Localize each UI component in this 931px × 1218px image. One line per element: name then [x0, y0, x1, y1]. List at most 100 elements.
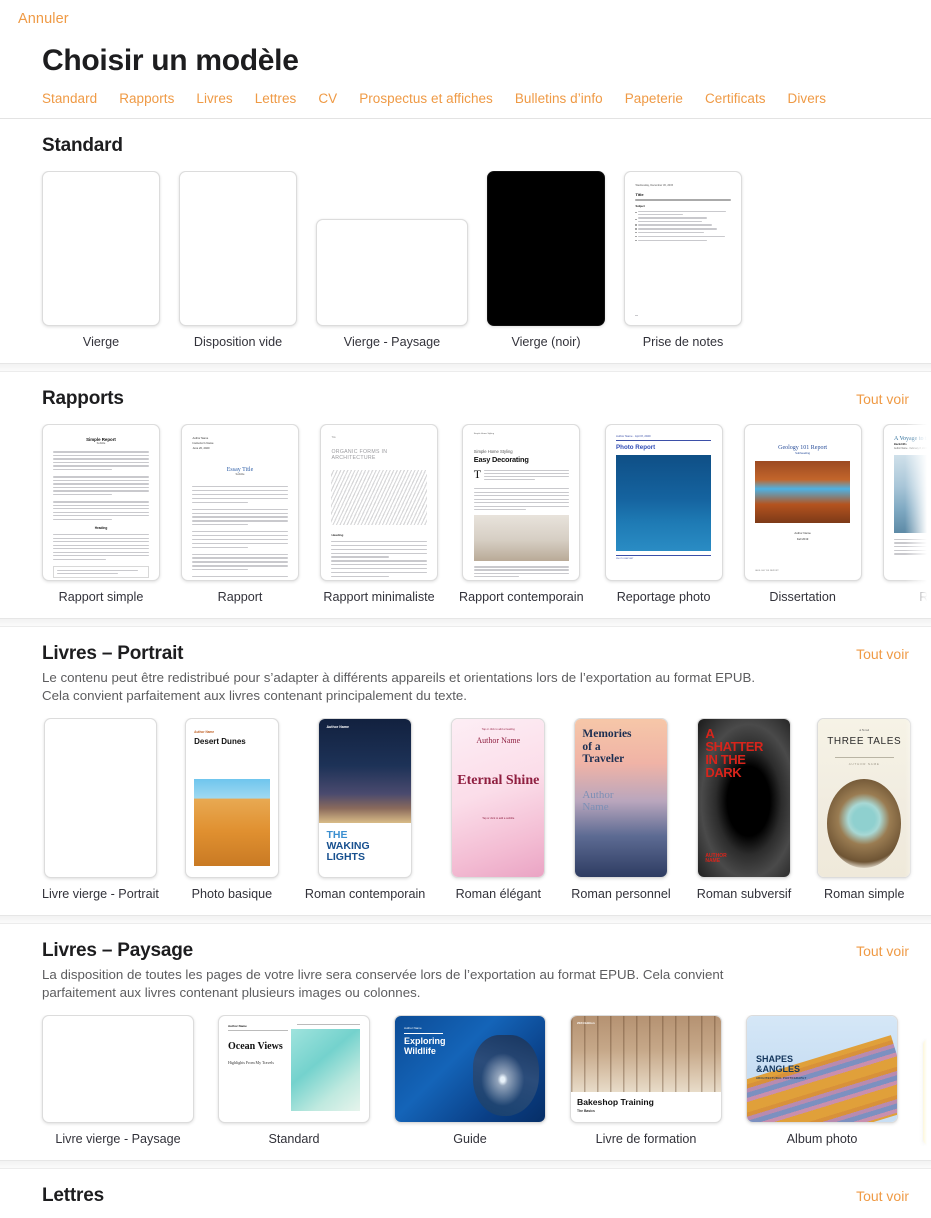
template-caption: Roman personnel	[571, 887, 670, 901]
template-card[interactable]: Memories of a Traveler Author Name Roman pers…	[571, 718, 670, 901]
template-card[interactable]: Vierge - Paysage	[316, 219, 468, 349]
photo-basic-book-thumbnail[interactable]: Author Name Desert Dunes	[185, 718, 279, 878]
template-card[interactable]: Tap or click to add a heading Author Name…	[451, 718, 545, 901]
template-caption: Reportage photo	[617, 590, 711, 604]
photo-album-thumbnail[interactable]: SHAPES &ANGLES ARCHITECTURAL PHOTOGRAPHY	[746, 1015, 898, 1123]
see-all-link[interactable]: Tout voir	[856, 391, 909, 407]
template-card[interactable]: Author Name Instructor’s Name June 20, 202…	[181, 424, 299, 604]
tab-bulletins-d-info[interactable]: Bulletins d’info	[515, 91, 603, 106]
blank-landscape-thumbnail[interactable]	[316, 219, 468, 326]
tab-cv[interactable]: CV	[318, 91, 337, 106]
template-caption: Vierge	[83, 335, 119, 349]
simple-report-thumbnail[interactable]: Simple Report Subtitle Heading	[42, 424, 160, 581]
template-caption: Vierge - Paysage	[344, 335, 440, 349]
template-sections: Standard Vierge Disposition vide Vierge - P…	[0, 119, 931, 1218]
tab-standard[interactable]: Standard	[42, 91, 97, 106]
template-caption: Photo basique	[192, 887, 273, 901]
section-separator	[0, 363, 931, 372]
section-header: Livres – Paysage Tout voir	[0, 940, 931, 962]
see-all-link[interactable]: Tout voir	[856, 1188, 909, 1204]
tab-lettres[interactable]: Lettres	[255, 91, 297, 106]
template-card[interactable]: 2024 Edition Bakeshop Training The Basics L…	[570, 1015, 722, 1146]
template-row-livres-paysage[interactable]: Livre vierge - Paysage Author Name Ocean V…	[0, 1015, 931, 1146]
section-rapports: Rapports Tout voir Simple Report Subtitle He…	[0, 372, 931, 618]
report-thumbnail[interactable]: Author Name Instructor’s Name June 20, 202…	[181, 424, 299, 581]
section-separator	[0, 618, 931, 627]
subversive-novel-thumbnail[interactable]: A SHATTER IN THE DARK AUTHOR NAME	[697, 718, 791, 878]
dissertation-thumbnail[interactable]: GEOLOGY 101 REPORT Geology 101 Report Subh…	[744, 424, 862, 581]
template-card[interactable]: A Voyage to the ArcticBackdriftsAuthor N…	[883, 424, 931, 604]
section-header: Standard	[0, 135, 931, 157]
blank-portrait-thumbnail[interactable]	[42, 171, 160, 326]
template-card[interactable]: Simple Home Styling Simple Home Styling Ea…	[459, 424, 584, 604]
section-livres-portrait: Livres – Portrait Tout voir Le contenu peu…	[0, 627, 931, 915]
template-card[interactable]: GEOLOGY 101 REPORT Geology 101 Report Subh…	[744, 424, 862, 604]
elegant-novel-thumbnail[interactable]: Tap or click to add a heading Author Name…	[451, 718, 545, 878]
section-description: La disposition de toutes les pages de vo…	[0, 962, 820, 1001]
template-card[interactable]: SHAPES &ANGLES ARCHITECTURAL PHOTOGRAPHY Al…	[746, 1015, 898, 1146]
minimal-report-thumbnail[interactable]: Title ORGANIC FORMS IN ARCHITECTURE Headin…	[320, 424, 438, 581]
template-caption: Album photo	[787, 1132, 858, 1146]
training-book-thumbnail[interactable]: 2024 Edition Bakeshop Training The Basics	[570, 1015, 722, 1123]
template-card[interactable]: Author Name Ocean Views Highlights From My…	[218, 1015, 370, 1146]
template-caption: Roman élégant	[456, 887, 541, 901]
simple-novel-thumbnail[interactable]: A Novel THREE TALES AUTHOR NAME	[817, 718, 911, 878]
see-all-link[interactable]: Tout voir	[856, 943, 909, 959]
template-caption: Disposition vide	[194, 335, 282, 349]
section-body: Livres – Paysage Tout voir La disposition …	[0, 924, 931, 1160]
blank-book-landscape-thumbnail[interactable]	[42, 1015, 194, 1123]
section-body: LettresTout voirSender NameTap to add te…	[0, 1169, 931, 1218]
template-card[interactable]: A Novel THREE TALES AUTHOR NAME Roman simpl…	[817, 718, 911, 901]
photo-report-thumbnail[interactable]: Author Name · April 8, 2020 Photo Report P…	[605, 424, 723, 581]
section-body: Standard Vierge Disposition vide Vierge - P…	[0, 119, 931, 363]
template-row-rapports[interactable]: Simple Report Subtitle Heading Rapport simp…	[0, 424, 931, 604]
template-card[interactable]: Livre vierge - Portrait	[42, 718, 159, 901]
tab-livres[interactable]: Livres	[196, 91, 232, 106]
template-card[interactable]: Vierge (noir)	[487, 171, 605, 349]
report-voyage-thumbnail[interactable]: A Voyage to the ArcticBackdriftsAuthor N…	[883, 424, 931, 581]
template-card[interactable]: Author Name THE WAKING LIGHTS Roman contempo…	[305, 718, 425, 901]
section-livres-paysage: Livres – Paysage Tout voir La disposition …	[0, 924, 931, 1160]
section-header: Rapports Tout voir	[0, 388, 931, 410]
template-card[interactable]: Title ORGANIC FORMS IN ARCHITECTURE Headin…	[320, 424, 438, 604]
template-card[interactable]: Wednesday, December 30, 2015 Title Subject…	[624, 171, 742, 349]
template-caption: Guide	[453, 1132, 487, 1146]
template-card[interactable]: Simple Report Subtitle Heading Rapport simp…	[42, 424, 160, 604]
template-card[interactable]: Vierge	[42, 171, 160, 349]
template-caption: Rapport	[919, 590, 931, 604]
black-page-thumbnail[interactable]	[487, 171, 605, 326]
template-caption: Roman subversif	[697, 887, 792, 901]
section-standard: Standard Vierge Disposition vide Vierge - P…	[0, 119, 931, 363]
template-row-livres-portrait[interactable]: Livre vierge - Portrait Author Name Desert…	[0, 718, 931, 901]
template-card[interactable]: Author Name Desert Dunes Photo basique	[185, 718, 279, 901]
guide-book-thumbnail[interactable]: Author Name Exploring Wildlife	[394, 1015, 546, 1123]
see-all-link[interactable]: Tout voir	[856, 646, 909, 662]
page-title: Choisir un modèle	[0, 38, 931, 78]
template-caption: Rapport minimaliste	[323, 590, 434, 604]
template-card[interactable]: Disposition vide	[179, 171, 297, 349]
contemporary-novel-thumbnail[interactable]: Author Name THE WAKING LIGHTS	[318, 718, 412, 878]
tab-rapports[interactable]: Rapports	[119, 91, 174, 106]
tab-divers[interactable]: Divers	[788, 91, 827, 106]
template-row-standard[interactable]: Vierge Disposition vide Vierge - Paysage Vi…	[0, 171, 931, 349]
blank-portrait-thumbnail[interactable]	[179, 171, 297, 326]
recipe-book-thumbnail[interactable]: RecipesSoupsby AuthorStRa	[922, 1038, 931, 1146]
tab-prospectus-et-affiches[interactable]: Prospectus et affiches	[359, 91, 493, 106]
personal-novel-thumbnail[interactable]: Memories of a Traveler Author Name	[574, 718, 668, 878]
blank-book-portrait-thumbnail[interactable]	[44, 718, 157, 878]
template-card[interactable]: Author Name · April 8, 2020 Photo Report P…	[605, 424, 723, 604]
tab-certificats[interactable]: Certificats	[705, 91, 766, 106]
template-caption: Livre vierge - Portrait	[42, 887, 159, 901]
section-title: Rapports	[42, 388, 124, 410]
template-card[interactable]: Author Name Exploring Wildlife Guide	[394, 1015, 546, 1146]
top-toolbar: Annuler	[0, 0, 931, 38]
cancel-button[interactable]: Annuler	[18, 11, 69, 27]
contemporary-report-thumbnail[interactable]: Simple Home Styling Simple Home Styling Ea…	[462, 424, 580, 581]
template-card[interactable]: Livre vierge - Paysage	[42, 1015, 194, 1146]
template-card[interactable]: RecipesSoupsby AuthorStRa	[922, 1038, 931, 1146]
template-card[interactable]: A SHATTER IN THE DARK AUTHOR NAME Roman subver…	[697, 718, 792, 901]
template-caption: Roman simple	[824, 887, 905, 901]
note-taking-thumbnail[interactable]: Wednesday, December 30, 2015 Title Subject	[624, 171, 742, 326]
standard-landscape-book-thumbnail[interactable]: Author Name Ocean Views Highlights From My…	[218, 1015, 370, 1123]
tab-papeterie[interactable]: Papeterie	[625, 91, 683, 106]
